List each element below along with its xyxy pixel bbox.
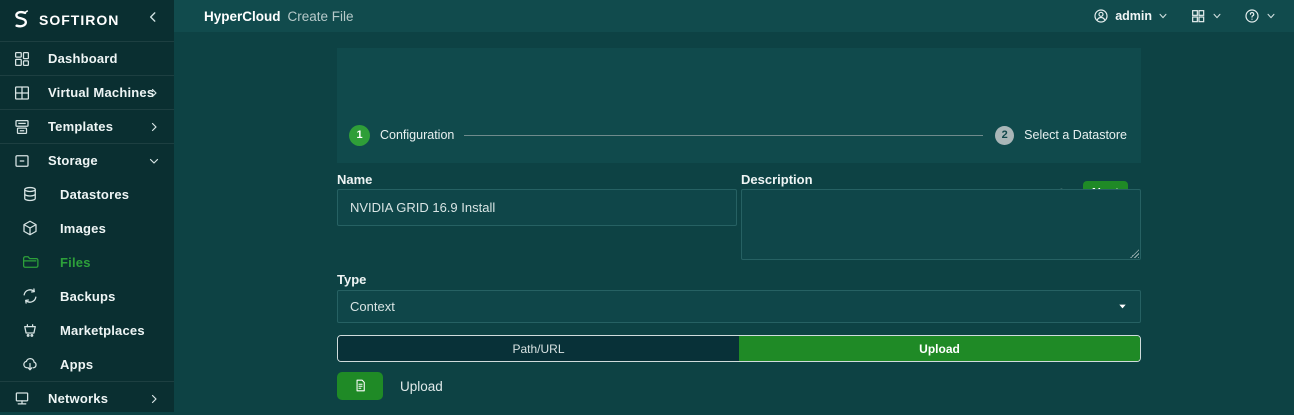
upload-row: Upload	[337, 372, 443, 400]
sidebar-header: SOFTIRON	[0, 0, 174, 41]
sidebar-item-templates[interactable]: Templates	[0, 109, 174, 143]
step-2-label: Select a Datastore	[1024, 128, 1127, 142]
chevron-right-icon	[148, 87, 160, 99]
sidebar-item-networks[interactable]: Networks	[0, 381, 174, 415]
source-tab-group: Path/URL Upload	[337, 335, 1141, 362]
wizard-card: 1 Configuration 2 Select a Datastore Bac…	[337, 48, 1141, 163]
description-field-wrap	[741, 189, 1141, 260]
tab-upload[interactable]: Upload	[739, 336, 1140, 361]
chevron-down-icon	[1158, 11, 1168, 21]
step-2-indicator: 2	[995, 126, 1014, 145]
document-icon	[353, 378, 368, 395]
name-label: Name	[337, 172, 372, 187]
chevron-down-icon	[1212, 11, 1222, 21]
files-icon	[21, 253, 39, 271]
marketplaces-icon	[21, 321, 39, 339]
grid-icon	[1190, 8, 1206, 24]
help-menu[interactable]	[1244, 8, 1276, 24]
topbar: HyperCloud Create File admin	[174, 0, 1294, 32]
sidebar-item-label: Images	[60, 221, 106, 236]
upload-file-button[interactable]	[337, 372, 383, 400]
sidebar-item-label: Datastores	[60, 187, 129, 202]
sidebar-item-label: Storage	[48, 153, 98, 168]
sidebar-item-marketplaces[interactable]: Marketplaces	[0, 313, 174, 347]
backups-icon	[21, 287, 39, 305]
chevron-right-icon	[148, 393, 160, 405]
images-icon	[21, 219, 39, 237]
description-label: Description	[741, 172, 813, 187]
type-label: Type	[337, 272, 366, 287]
breadcrumb: HyperCloud Create File	[204, 9, 354, 24]
sidebar-item-label: Files	[60, 255, 91, 270]
wizard-stepper: 1 Configuration 2 Select a Datastore	[349, 124, 1127, 146]
networks-icon	[13, 390, 31, 408]
app-title: HyperCloud	[204, 9, 281, 24]
step-1-indicator: 1	[349, 125, 370, 146]
type-select-value: Context	[350, 299, 395, 314]
help-icon	[1244, 8, 1260, 24]
user-menu[interactable]: admin	[1093, 8, 1168, 24]
templates-icon	[13, 118, 31, 136]
datastores-icon	[21, 185, 39, 203]
apps-icon	[21, 355, 39, 373]
sidebar-item-label: Templates	[48, 119, 113, 134]
tab-path-url[interactable]: Path/URL	[338, 336, 739, 361]
sidebar-item-backups[interactable]: Backups	[0, 279, 174, 313]
softiron-swirl-icon	[10, 9, 32, 31]
user-name: admin	[1115, 9, 1152, 23]
brand-name: SOFTIRON	[39, 12, 119, 28]
brand-logo[interactable]: SOFTIRON	[10, 9, 119, 31]
apps-grid-menu[interactable]	[1190, 8, 1222, 24]
upload-caption: Upload	[400, 379, 443, 394]
sidebar-item-images[interactable]: Images	[0, 211, 174, 245]
sidebar-item-dashboard[interactable]: Dashboard	[0, 41, 174, 75]
sidebar-nav: Dashboard Virtual Machines	[0, 41, 174, 415]
type-select[interactable]: Context	[337, 290, 1141, 323]
sidebar-item-apps[interactable]: Apps	[0, 347, 174, 381]
sidebar-item-label: Networks	[48, 391, 108, 406]
stepper-connector	[464, 135, 983, 136]
sidebar-item-label: Marketplaces	[60, 323, 145, 338]
sidebar-item-datastores[interactable]: Datastores	[0, 177, 174, 211]
sidebar-item-files[interactable]: Files	[0, 245, 174, 279]
step-1-label: Configuration	[380, 128, 454, 142]
virtual-machines-icon	[13, 84, 31, 102]
page-title: Create File	[288, 9, 354, 24]
chevron-right-icon	[148, 121, 160, 133]
chevron-down-icon	[1266, 11, 1276, 21]
sidebar-item-virtual-machines[interactable]: Virtual Machines	[0, 75, 174, 109]
chevron-down-icon	[148, 155, 160, 167]
description-textarea[interactable]	[741, 189, 1141, 260]
sidebar-item-label: Dashboard	[48, 51, 118, 66]
app-root: SOFTIRON Dashboard	[0, 0, 1294, 412]
name-input[interactable]	[337, 189, 737, 226]
storage-icon	[13, 152, 31, 170]
sidebar: SOFTIRON Dashboard	[0, 0, 174, 412]
topbar-actions: admin	[1093, 8, 1276, 24]
chevron-down-icon	[1117, 301, 1128, 312]
sidebar-item-label: Apps	[60, 357, 93, 372]
sidebar-collapse-icon[interactable]	[146, 10, 160, 24]
sidebar-item-label: Backups	[60, 289, 116, 304]
user-icon	[1093, 8, 1109, 24]
sidebar-item-label: Virtual Machines	[48, 85, 154, 100]
dashboard-icon	[13, 50, 31, 68]
sidebar-item-storage[interactable]: Storage	[0, 143, 174, 177]
